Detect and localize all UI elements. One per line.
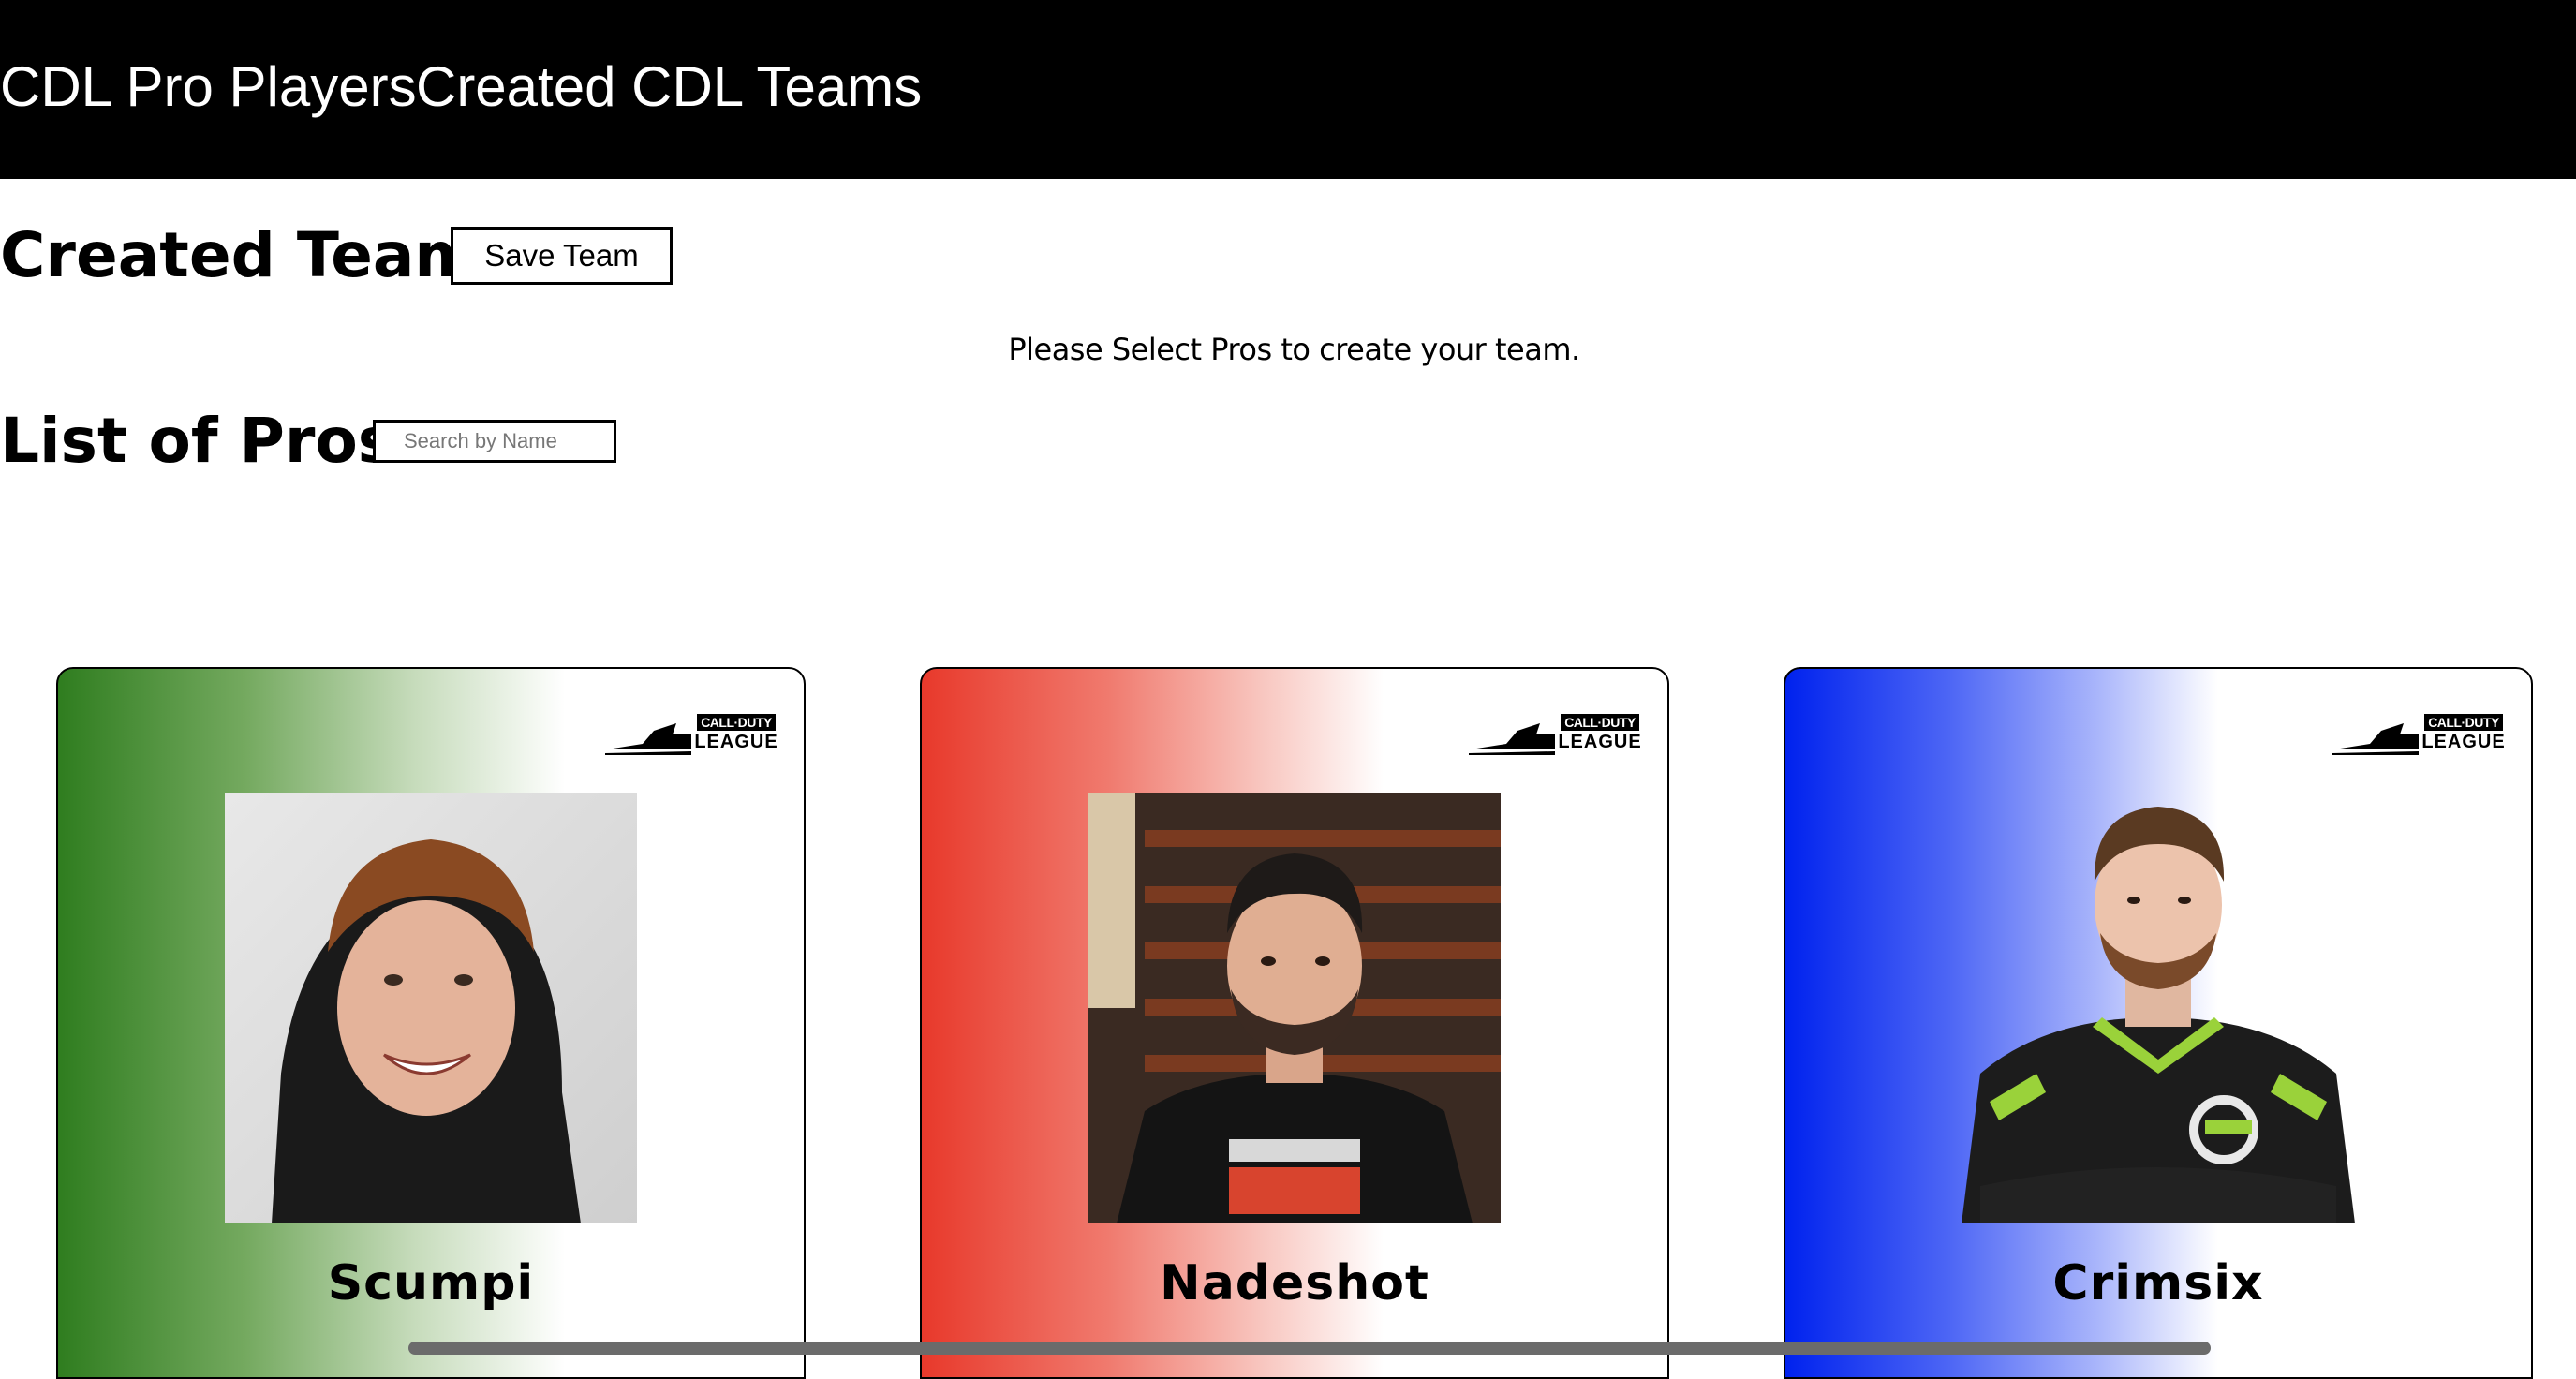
- player-photo: [1952, 793, 2364, 1223]
- cdl-logo-icon: CALL·DUTY LEAGUE: [2332, 714, 2509, 755]
- player-card-nadeshot[interactable]: CALL·DUTY LEAGUE Nadeshot: [920, 667, 1669, 1379]
- top-navbar: CDL Pro Players Created CDL Teams: [0, 0, 2576, 179]
- player-card-scumpi[interactable]: CALL·DUTY LEAGUE Scumpi: [56, 667, 806, 1379]
- search-by-name-input[interactable]: [373, 420, 616, 463]
- list-of-pros-heading: List of Pros: [0, 405, 395, 477]
- player-name: Crimsix: [2052, 1255, 2264, 1312]
- player-card-crimsix[interactable]: CALL·DUTY LEAGUE Crimsix: [1784, 667, 2533, 1379]
- created-team-heading: Created Team: [0, 219, 480, 291]
- player-name: Nadeshot: [1160, 1255, 1429, 1312]
- nav-link-pro-players[interactable]: CDL Pro Players: [0, 54, 417, 120]
- cdl-logo-icon: CALL·DUTY LEAGUE: [1469, 714, 1645, 755]
- player-name: Scumpi: [327, 1255, 535, 1312]
- player-photo: [1088, 793, 1501, 1223]
- select-pros-hint: Please Select Pros to create your team.: [1008, 332, 1580, 367]
- horizontal-scrollbar[interactable]: [408, 1342, 2211, 1355]
- save-team-button[interactable]: Save Team: [451, 227, 673, 285]
- player-photo: [225, 793, 637, 1223]
- nav-link-created-teams[interactable]: Created CDL Teams: [416, 54, 922, 120]
- cdl-logo-icon: CALL·DUTY LEAGUE: [605, 714, 781, 755]
